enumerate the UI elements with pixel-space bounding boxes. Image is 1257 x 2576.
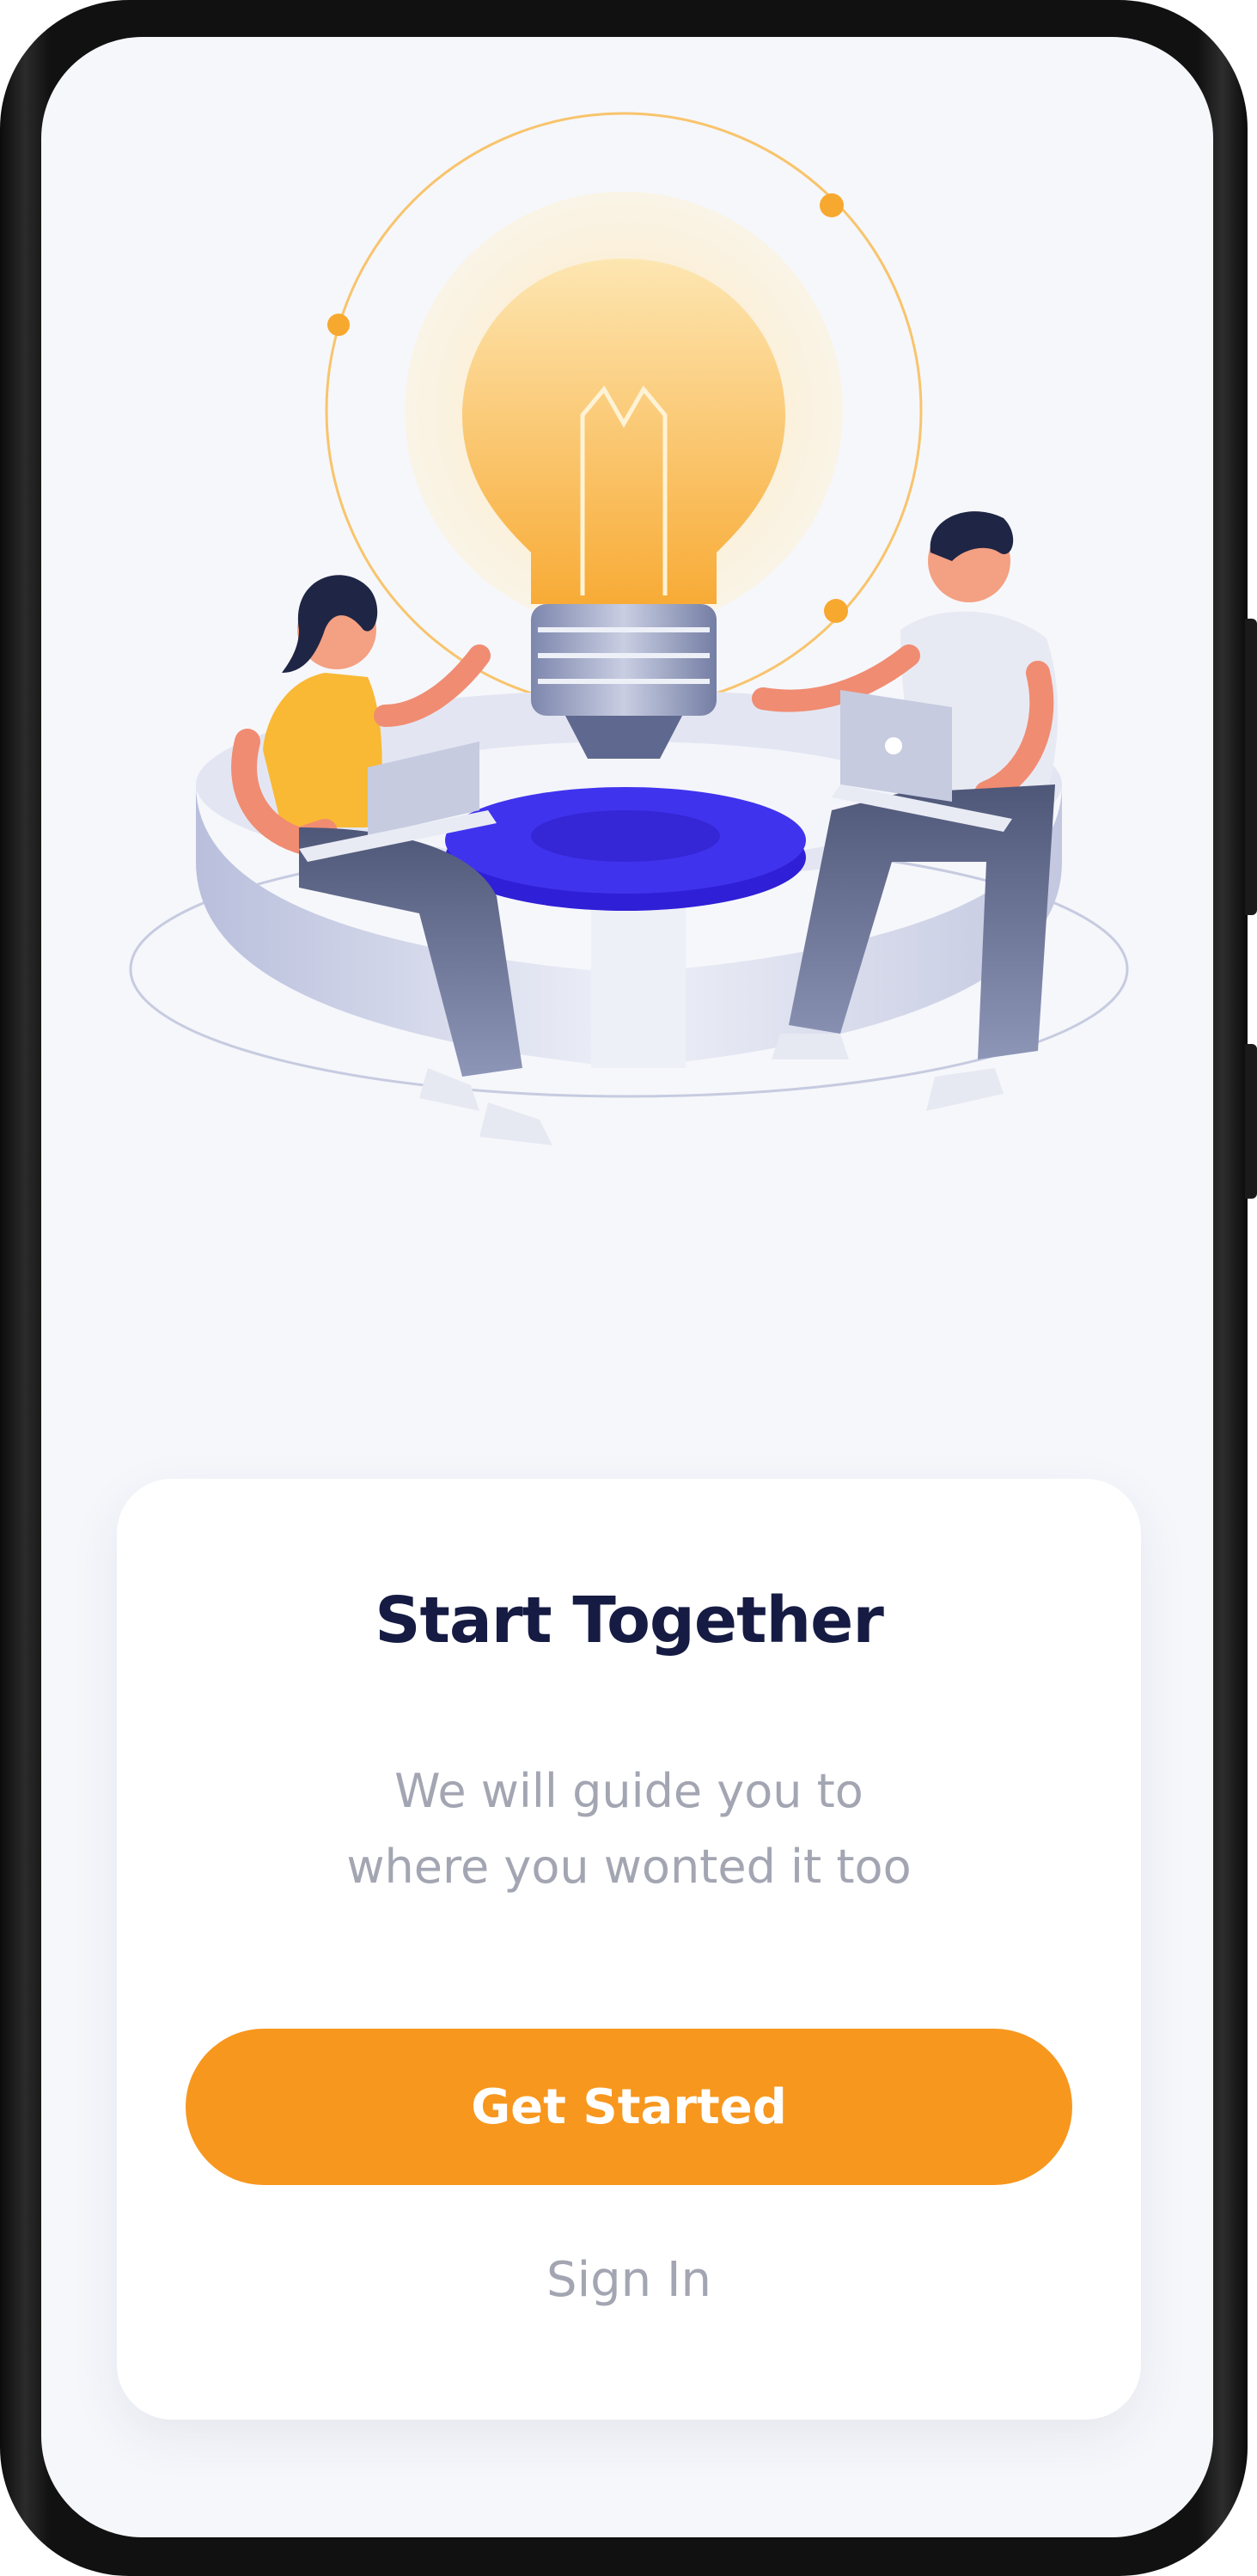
get-started-button[interactable]: Get Started bbox=[186, 2029, 1072, 2185]
power-button bbox=[1245, 619, 1257, 915]
volume-button bbox=[1245, 1044, 1257, 1199]
onboarding-title: Start Together bbox=[375, 1584, 884, 1657]
phone-device: Start Together We will guide you to wher… bbox=[0, 0, 1257, 2576]
subtitle-line-1: We will guide you to bbox=[394, 1764, 863, 1818]
onboarding-card: Start Together We will guide you to wher… bbox=[117, 1479, 1141, 2420]
two-people-with-lightbulb-illustration bbox=[129, 112, 1129, 1145]
sign-in-link[interactable]: Sign In bbox=[117, 2252, 1141, 2308]
onboarding-subtitle: We will guide you to where you wonted it… bbox=[168, 1754, 1089, 1905]
app-screen: Start Together We will guide you to wher… bbox=[41, 37, 1213, 2537]
subtitle-line-2: where you wonted it too bbox=[346, 1840, 912, 1894]
